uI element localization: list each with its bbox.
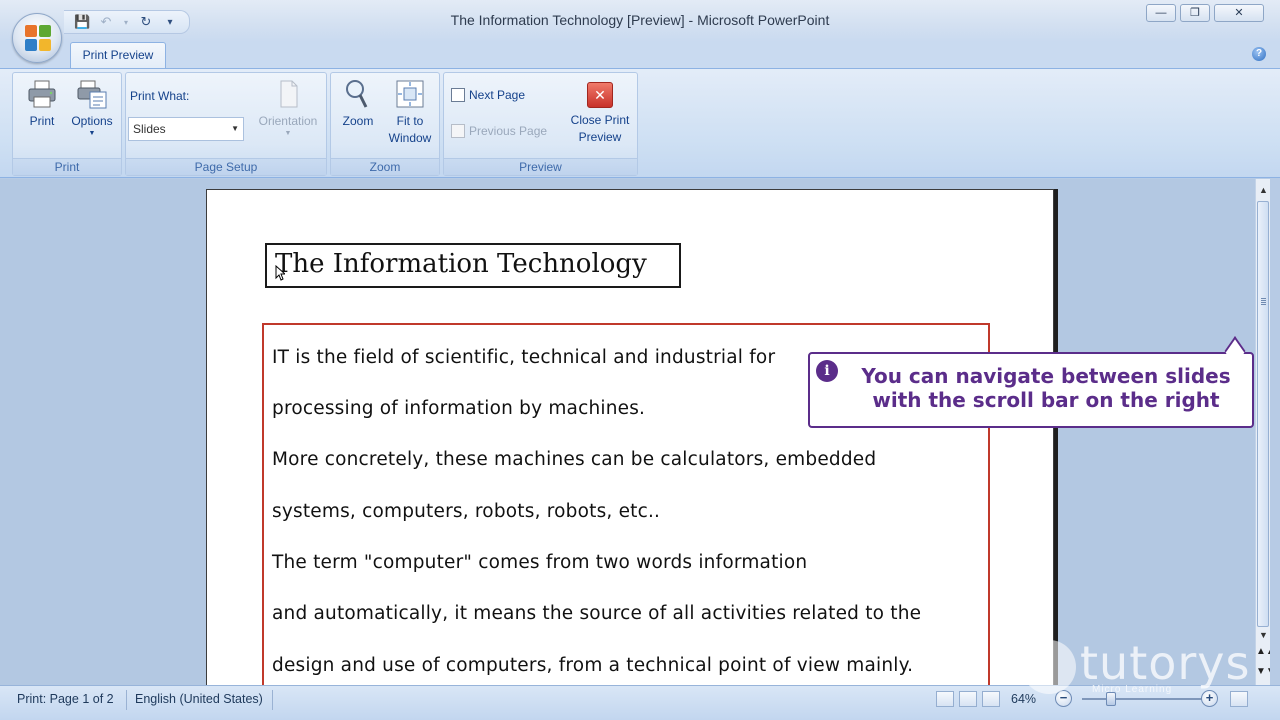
previous-page-icon: [451, 124, 465, 138]
print-what-value: Slides: [133, 122, 166, 136]
orientation-icon: [280, 80, 298, 108]
print-what-dropdown[interactable]: Slides ▼: [128, 117, 244, 141]
page-indicator: Print: Page 1 of 2: [17, 692, 114, 706]
slide-page: The Information Technology IT is the fie…: [206, 189, 1054, 685]
thumb-grip: [1261, 302, 1266, 303]
thumb-grip: [1261, 304, 1266, 305]
next-page-button[interactable]: Next Page: [451, 87, 525, 104]
options-button[interactable]: Options ▼: [66, 78, 118, 138]
zoom-group-label: Zoom: [331, 158, 439, 175]
thumb-grip: [1261, 300, 1266, 301]
print-group-label: Print: [13, 158, 121, 175]
zoom-button[interactable]: Zoom: [338, 78, 378, 130]
fit-label-line1: Fit to: [396, 114, 424, 128]
fit-to-window-button[interactable]: Fit to Window: [384, 78, 436, 147]
watermark-tagline: Micro Learning: [1092, 684, 1173, 695]
slide-title: The Information Technology: [275, 249, 647, 279]
next-page-icon: [451, 88, 465, 102]
info-icon: i: [816, 360, 838, 382]
slide-show-view-icon[interactable]: [982, 691, 1000, 707]
office-logo-icon: [25, 25, 51, 51]
body-line: The term "computer" comes from two words…: [272, 552, 808, 573]
options-button-text: Options: [71, 114, 113, 128]
zoom-button-label: Zoom: [342, 114, 374, 128]
options-dropdown-icon: ▼: [88, 130, 96, 137]
orientation-dropdown-icon: ▼: [284, 130, 292, 137]
tutorys-logo-icon: [1022, 640, 1076, 694]
window-title: The Information Technology [Preview] - M…: [450, 12, 830, 28]
orientation-button[interactable]: Orientation ▼: [252, 78, 324, 138]
language-indicator[interactable]: English (United States): [135, 692, 263, 706]
previous-page-label: Previous Page: [469, 124, 548, 138]
next-page-label: Next Page: [469, 88, 526, 102]
body-line: design and use of computers, from a tech…: [272, 655, 914, 676]
printer-icon: [28, 80, 56, 108]
office-button[interactable]: [12, 13, 62, 63]
body-line: systems, computers, robots, robots, etc.…: [272, 501, 661, 522]
status-divider: [272, 690, 273, 710]
body-line: More concretely, these machines can be c…: [272, 449, 877, 470]
callout-line2: with the scroll bar on the right: [872, 388, 1220, 412]
vertical-scrollbar[interactable]: ▲ ▼ ▲▲ ▼▼: [1255, 179, 1276, 685]
scroll-thumb[interactable]: [1257, 201, 1269, 627]
text-cursor-icon: [275, 265, 285, 281]
tab-print-preview[interactable]: Print Preview: [70, 42, 166, 69]
thumb-grip: [1261, 298, 1266, 299]
preview-workspace[interactable]: The Information Technology IT is the fie…: [0, 179, 1255, 685]
body-line: processing of information by machines.: [272, 398, 646, 419]
chevron-down-icon: ▼: [231, 124, 239, 133]
orientation-label: Orientation: [258, 114, 318, 128]
close-print-preview-button[interactable]: ✕ Close Print Preview: [566, 82, 634, 146]
ribbon-tab-row: Print Preview ?: [0, 42, 1280, 69]
tutorys-watermark: tutorys Micro Learning: [1022, 636, 1262, 700]
status-divider: [126, 690, 127, 710]
print-button[interactable]: Print: [22, 78, 62, 130]
body-line: and automatically, it means the source o…: [272, 603, 922, 624]
close-label-line2: Preview: [578, 130, 622, 144]
window-edge: [1270, 179, 1280, 685]
normal-view-icon[interactable]: [936, 691, 954, 707]
print-button-label: Print: [29, 114, 55, 128]
slide-title-box: The Information Technology: [265, 243, 681, 288]
page-setup-group-label: Page Setup: [126, 158, 326, 175]
slide-sorter-view-icon[interactable]: [959, 691, 977, 707]
preview-group-label: Preview: [444, 158, 637, 175]
options-icon: [77, 80, 107, 109]
callout-line1: You can navigate between slides: [861, 364, 1231, 388]
fit-label-line2: Window: [388, 131, 432, 145]
title-bar: 💾 ↶ ▾ ↻ ▾ The Information Technology [Pr…: [0, 0, 1280, 42]
close-preview-icon: ✕: [587, 82, 613, 108]
scroll-up-icon[interactable]: ▲: [1256, 182, 1271, 198]
previous-page-button[interactable]: Previous Page: [451, 123, 547, 140]
print-what-label: Print What:: [130, 89, 190, 103]
close-label-line1: Close Print: [570, 113, 630, 127]
callout-text: You can navigate between slides with the…: [846, 364, 1246, 412]
restore-icon[interactable]: ❐: [1180, 4, 1210, 22]
body-line: IT is the field of scientific, technical…: [272, 347, 776, 368]
fit-to-window-icon: [396, 80, 424, 108]
tutorial-callout: i You can navigate between slides with t…: [808, 336, 1254, 428]
magnifier-icon: [346, 80, 368, 108]
close-icon[interactable]: ✕: [1214, 4, 1264, 22]
watermark-brand: tutorys: [1080, 636, 1251, 690]
minimize-icon[interactable]: —: [1146, 4, 1176, 22]
help-icon[interactable]: ?: [1252, 47, 1266, 61]
